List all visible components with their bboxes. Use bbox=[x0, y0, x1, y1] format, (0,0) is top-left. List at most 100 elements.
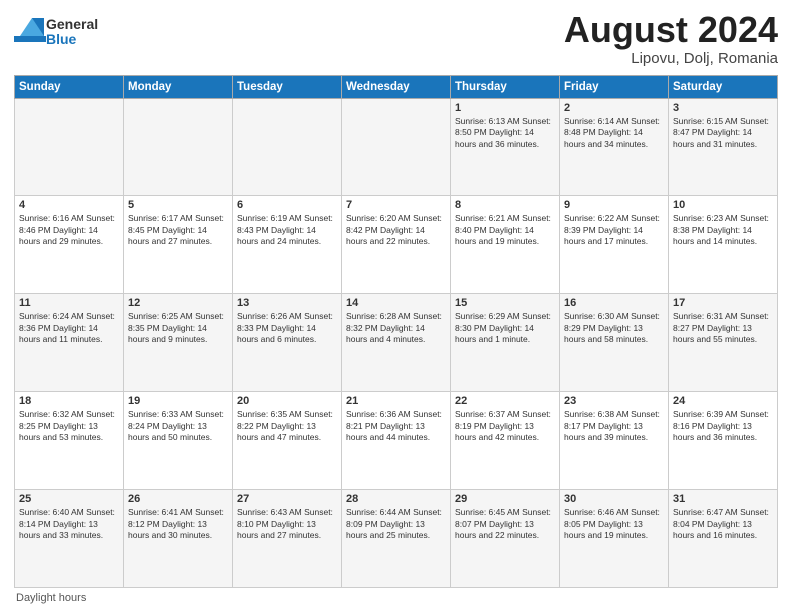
day-number: 11 bbox=[19, 297, 119, 309]
day-info: Sunrise: 6:32 AM Sunset: 8:25 PM Dayligh… bbox=[19, 409, 119, 443]
day-number: 6 bbox=[237, 199, 337, 211]
day-info: Sunrise: 6:35 AM Sunset: 8:22 PM Dayligh… bbox=[237, 409, 337, 443]
day-info: Sunrise: 6:14 AM Sunset: 8:48 PM Dayligh… bbox=[564, 116, 664, 150]
day-info: Sunrise: 6:25 AM Sunset: 8:35 PM Dayligh… bbox=[128, 311, 228, 345]
weekday-header-row: SundayMondayTuesdayWednesdayThursdayFrid… bbox=[15, 75, 778, 98]
day-cell: 21 Sunrise: 6:36 AM Sunset: 8:21 PM Dayli… bbox=[342, 392, 451, 490]
day-number: 12 bbox=[128, 297, 228, 309]
day-cell: 16Sunrise: 6:30 AM Sunset: 8:29 PM Dayli… bbox=[560, 294, 669, 392]
calendar: SundayMondayTuesdayWednesdayThursdayFrid… bbox=[14, 75, 778, 588]
day-cell: 30 Sunrise: 6:46 AM Sunset: 8:05 PM Dayli… bbox=[560, 490, 669, 588]
day-number: 30 bbox=[564, 493, 664, 505]
day-cell: 14 Sunrise: 6:28 AM Sunset: 8:32 PM Dayli… bbox=[342, 294, 451, 392]
day-cell: 5Sunrise: 6:17 AM Sunset: 8:45 PM Daylig… bbox=[124, 196, 233, 294]
calendar-location: Lipovu, Dolj, Romania bbox=[564, 50, 778, 67]
day-info: Sunrise: 6:24 AM Sunset: 8:36 PM Dayligh… bbox=[19, 311, 119, 345]
day-info: Sunrise: 6:30 AM Sunset: 8:29 PM Dayligh… bbox=[564, 311, 664, 345]
weekday-header-wednesday: Wednesday bbox=[342, 75, 451, 98]
week-row-2: 4Sunrise: 6:16 AM Sunset: 8:46 PM Daylig… bbox=[15, 196, 778, 294]
day-cell: 11 Sunrise: 6:24 AM Sunset: 8:36 PM Dayli… bbox=[15, 294, 124, 392]
day-cell: 18 Sunrise: 6:32 AM Sunset: 8:25 PM Dayli… bbox=[15, 392, 124, 490]
day-number: 13 bbox=[237, 297, 337, 309]
day-number: 18 bbox=[19, 395, 119, 407]
calendar-table: SundayMondayTuesdayWednesdayThursdayFrid… bbox=[14, 75, 778, 588]
week-row-4: 18 Sunrise: 6:32 AM Sunset: 8:25 PM Dayli… bbox=[15, 392, 778, 490]
day-cell: 6 Sunrise: 6:19 AM Sunset: 8:43 PM Daylig… bbox=[233, 196, 342, 294]
day-number: 25 bbox=[19, 493, 119, 505]
day-cell: 9Sunrise: 6:22 AM Sunset: 8:39 PM Daylig… bbox=[560, 196, 669, 294]
day-cell: 2 Sunrise: 6:14 AM Sunset: 8:48 PM Daylig… bbox=[560, 98, 669, 196]
weekday-header-tuesday: Tuesday bbox=[233, 75, 342, 98]
day-info: Sunrise: 6:41 AM Sunset: 8:12 PM Dayligh… bbox=[128, 507, 228, 541]
day-number: 15 bbox=[455, 297, 555, 309]
day-cell: 26 Sunrise: 6:41 AM Sunset: 8:12 PM Dayli… bbox=[124, 490, 233, 588]
day-info: Sunrise: 6:20 AM Sunset: 8:42 PM Dayligh… bbox=[346, 213, 446, 247]
day-cell bbox=[124, 98, 233, 196]
day-info: Sunrise: 6:19 AM Sunset: 8:43 PM Dayligh… bbox=[237, 213, 337, 247]
day-cell: 25 Sunrise: 6:40 AM Sunset: 8:14 PM Dayli… bbox=[15, 490, 124, 588]
day-number: 8 bbox=[455, 199, 555, 211]
weekday-header-friday: Friday bbox=[560, 75, 669, 98]
day-cell bbox=[233, 98, 342, 196]
day-info: Sunrise: 6:29 AM Sunset: 8:30 PM Dayligh… bbox=[455, 311, 555, 345]
day-cell: 8 Sunrise: 6:21 AM Sunset: 8:40 PM Daylig… bbox=[451, 196, 560, 294]
header: General Blue August 2024 Lipovu, Dolj, R… bbox=[14, 10, 778, 67]
day-cell: 15 Sunrise: 6:29 AM Sunset: 8:30 PM Dayli… bbox=[451, 294, 560, 392]
day-info: Sunrise: 6:38 AM Sunset: 8:17 PM Dayligh… bbox=[564, 409, 664, 443]
day-cell: 7Sunrise: 6:20 AM Sunset: 8:42 PM Daylig… bbox=[342, 196, 451, 294]
day-cell: 20Sunrise: 6:35 AM Sunset: 8:22 PM Dayli… bbox=[233, 392, 342, 490]
day-cell: 23 Sunrise: 6:38 AM Sunset: 8:17 PM Dayli… bbox=[560, 392, 669, 490]
day-info: Sunrise: 6:47 AM Sunset: 8:04 PM Dayligh… bbox=[673, 507, 773, 541]
day-cell: 17Sunrise: 6:31 AM Sunset: 8:27 PM Dayli… bbox=[669, 294, 778, 392]
day-info: Sunrise: 6:40 AM Sunset: 8:14 PM Dayligh… bbox=[19, 507, 119, 541]
footer-note: Daylight hours bbox=[14, 592, 778, 604]
day-number: 3 bbox=[673, 102, 773, 114]
day-number: 21 bbox=[346, 395, 446, 407]
week-row-3: 11 Sunrise: 6:24 AM Sunset: 8:36 PM Dayli… bbox=[15, 294, 778, 392]
day-info: Sunrise: 6:33 AM Sunset: 8:24 PM Dayligh… bbox=[128, 409, 228, 443]
day-number: 24 bbox=[673, 395, 773, 407]
day-number: 14 bbox=[346, 297, 446, 309]
day-cell: 13 Sunrise: 6:26 AM Sunset: 8:33 PM Dayli… bbox=[233, 294, 342, 392]
day-number: 10 bbox=[673, 199, 773, 211]
day-info: Sunrise: 6:15 AM Sunset: 8:47 PM Dayligh… bbox=[673, 116, 773, 150]
day-number: 26 bbox=[128, 493, 228, 505]
day-info: Sunrise: 6:36 AM Sunset: 8:21 PM Dayligh… bbox=[346, 409, 446, 443]
logo: General Blue bbox=[14, 14, 98, 50]
logo-icon bbox=[14, 14, 46, 50]
day-info: Sunrise: 6:43 AM Sunset: 8:10 PM Dayligh… bbox=[237, 507, 337, 541]
weekday-header-thursday: Thursday bbox=[451, 75, 560, 98]
logo-general-text: General bbox=[46, 17, 98, 32]
day-number: 17 bbox=[673, 297, 773, 309]
day-cell: 3 Sunrise: 6:15 AM Sunset: 8:47 PM Daylig… bbox=[669, 98, 778, 196]
week-row-5: 25 Sunrise: 6:40 AM Sunset: 8:14 PM Dayli… bbox=[15, 490, 778, 588]
day-number: 29 bbox=[455, 493, 555, 505]
day-cell: 28Sunrise: 6:44 AM Sunset: 8:09 PM Dayli… bbox=[342, 490, 451, 588]
day-number: 31 bbox=[673, 493, 773, 505]
day-cell: 22Sunrise: 6:37 AM Sunset: 8:19 PM Dayli… bbox=[451, 392, 560, 490]
day-number: 1 bbox=[455, 102, 555, 114]
day-info: Sunrise: 6:13 AM Sunset: 8:50 PM Dayligh… bbox=[455, 116, 555, 150]
day-cell bbox=[342, 98, 451, 196]
day-info: Sunrise: 6:21 AM Sunset: 8:40 PM Dayligh… bbox=[455, 213, 555, 247]
day-number: 19 bbox=[128, 395, 228, 407]
day-cell: 4Sunrise: 6:16 AM Sunset: 8:46 PM Daylig… bbox=[15, 196, 124, 294]
day-info: Sunrise: 6:28 AM Sunset: 8:32 PM Dayligh… bbox=[346, 311, 446, 345]
day-cell: 1 Sunrise: 6:13 AM Sunset: 8:50 PM Daylig… bbox=[451, 98, 560, 196]
weekday-header-saturday: Saturday bbox=[669, 75, 778, 98]
day-info: Sunrise: 6:37 AM Sunset: 8:19 PM Dayligh… bbox=[455, 409, 555, 443]
day-number: 27 bbox=[237, 493, 337, 505]
day-number: 5 bbox=[128, 199, 228, 211]
day-number: 28 bbox=[346, 493, 446, 505]
day-cell: 19 Sunrise: 6:33 AM Sunset: 8:24 PM Dayli… bbox=[124, 392, 233, 490]
day-number: 2 bbox=[564, 102, 664, 114]
day-info: Sunrise: 6:46 AM Sunset: 8:05 PM Dayligh… bbox=[564, 507, 664, 541]
day-cell bbox=[15, 98, 124, 196]
day-number: 23 bbox=[564, 395, 664, 407]
week-row-1: 1 Sunrise: 6:13 AM Sunset: 8:50 PM Daylig… bbox=[15, 98, 778, 196]
day-info: Sunrise: 6:39 AM Sunset: 8:16 PM Dayligh… bbox=[673, 409, 773, 443]
day-info: Sunrise: 6:26 AM Sunset: 8:33 PM Dayligh… bbox=[237, 311, 337, 345]
day-info: Sunrise: 6:16 AM Sunset: 8:46 PM Dayligh… bbox=[19, 213, 119, 247]
weekday-header-sunday: Sunday bbox=[15, 75, 124, 98]
calendar-title: August 2024 bbox=[564, 10, 778, 50]
